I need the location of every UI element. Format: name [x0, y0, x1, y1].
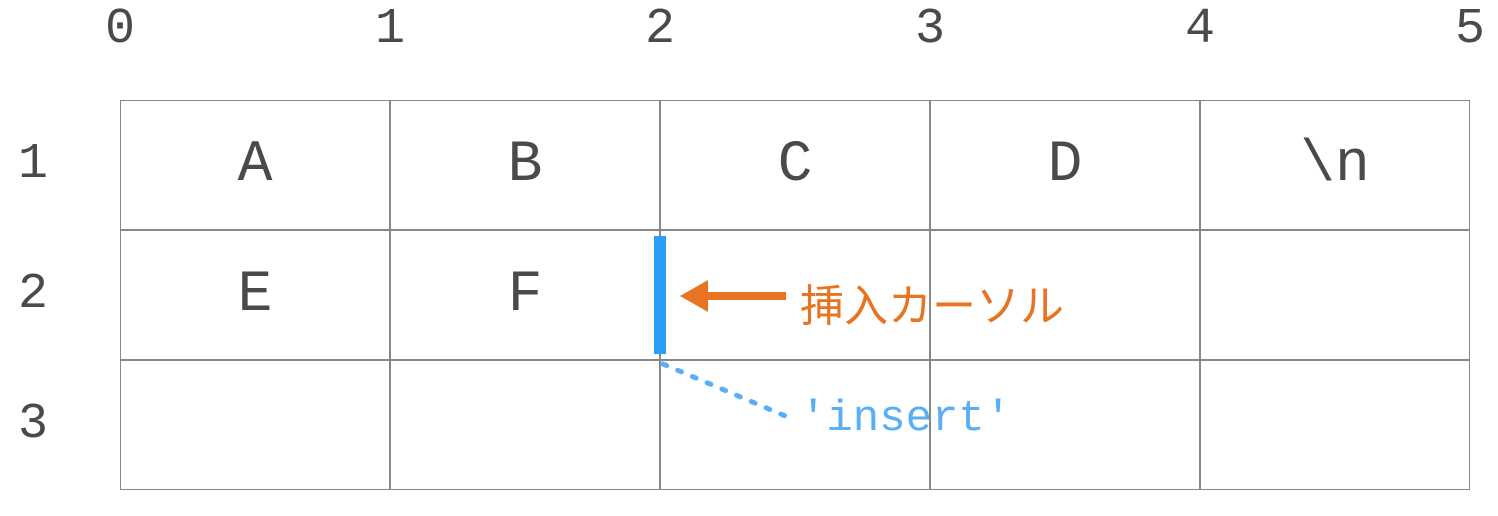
- row-label-1: 1: [8, 100, 58, 230]
- row-label-3: 3: [8, 360, 58, 490]
- text-grid: A B C D \n E F: [120, 100, 1470, 490]
- diagram-stage: 0 1 2 3 4 5 1 2 3 A B C D \n E F 挿入カーソル …: [0, 0, 1498, 516]
- cell-r1c3: C: [660, 100, 930, 230]
- col-label-3: 3: [900, 0, 960, 60]
- cell-r2c2: F: [390, 230, 660, 360]
- arrow-left-icon: [680, 280, 708, 312]
- cell-r2c1: E: [120, 230, 390, 360]
- cell-r1c4: D: [930, 100, 1200, 230]
- cell-r1c2: B: [390, 100, 660, 230]
- cell-r3c5: [1200, 360, 1470, 490]
- cell-r1c5: \n: [1200, 100, 1470, 230]
- col-label-0: 0: [90, 0, 150, 60]
- cell-r2c5: [1200, 230, 1470, 360]
- cell-r3c1: [120, 360, 390, 490]
- col-label-1: 1: [360, 0, 420, 60]
- cell-r1c1: A: [120, 100, 390, 230]
- col-label-4: 4: [1170, 0, 1230, 60]
- insert-label: 'insert': [800, 394, 1011, 444]
- col-label-5: 5: [1440, 0, 1498, 60]
- arrow-shaft: [706, 292, 786, 300]
- col-label-2: 2: [630, 0, 690, 60]
- row-label-2: 2: [8, 230, 58, 360]
- cursor-label: 挿入カーソル: [800, 270, 1064, 334]
- insert-cursor: [654, 236, 666, 354]
- cell-r3c2: [390, 360, 660, 490]
